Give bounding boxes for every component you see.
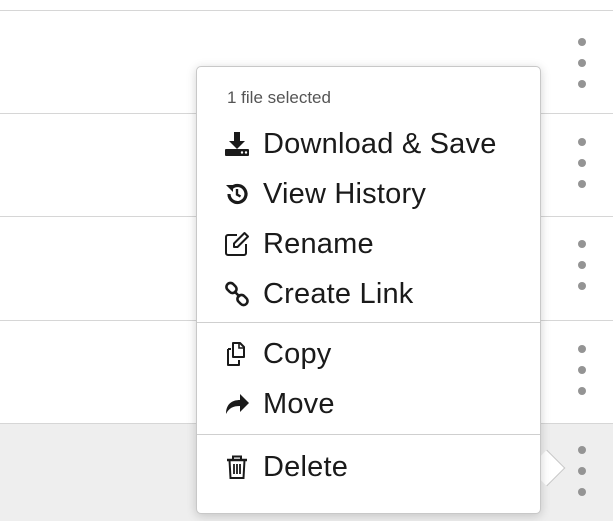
menu-item-delete[interactable]: Delete — [223, 447, 348, 487]
menu-item-create-link[interactable]: Create Link — [223, 274, 414, 314]
menu-item-copy[interactable]: Copy — [223, 334, 332, 374]
history-icon — [223, 180, 251, 208]
menu-item-download-save[interactable]: Download & Save — [223, 124, 497, 164]
kebab-dot — [578, 345, 586, 353]
kebab-dot — [578, 180, 586, 188]
file-browser: 1 file selected Download & Save View His… — [0, 0, 613, 521]
kebab-dot — [578, 387, 586, 395]
kebab-dot — [578, 159, 586, 167]
trash-icon — [223, 453, 251, 481]
copy-icon — [223, 340, 251, 368]
kebab-dot — [578, 38, 586, 46]
kebab-dot — [578, 446, 586, 454]
kebab-dot — [578, 366, 586, 374]
kebab-dot — [578, 240, 586, 248]
kebab-dot — [578, 467, 586, 475]
menu-item-label: Delete — [263, 450, 349, 483]
more-options-button[interactable] — [570, 38, 594, 88]
more-options-button[interactable] — [570, 240, 594, 290]
link-icon — [223, 280, 251, 308]
kebab-dot — [578, 80, 586, 88]
menu-separator — [197, 434, 540, 435]
menu-item-label: Create Link — [263, 277, 414, 310]
menu-item-label: Rename — [263, 227, 374, 260]
more-options-button[interactable] — [570, 345, 594, 395]
menu-item-label: View History — [263, 177, 427, 210]
menu-item-label: Download & Save — [263, 127, 497, 160]
kebab-dot — [578, 138, 586, 146]
menu-item-view-history[interactable]: View History — [223, 174, 426, 214]
menu-item-move[interactable]: Move — [223, 384, 335, 424]
kebab-dot — [578, 282, 586, 290]
context-menu: 1 file selected Download & Save View His… — [196, 66, 541, 514]
menu-item-label: Move — [263, 387, 335, 420]
kebab-dot — [578, 488, 586, 496]
download-icon — [223, 130, 251, 158]
menu-item-rename[interactable]: Rename — [223, 224, 374, 264]
kebab-dot — [578, 59, 586, 67]
menu-separator — [197, 322, 540, 323]
more-options-button[interactable] — [570, 138, 594, 188]
move-arrow-icon — [223, 390, 251, 418]
menu-item-label: Copy — [263, 337, 332, 370]
kebab-dot — [578, 261, 586, 269]
more-options-button-active[interactable] — [570, 446, 594, 496]
edit-icon — [223, 230, 251, 258]
selection-count-label: 1 file selected — [227, 88, 331, 107]
